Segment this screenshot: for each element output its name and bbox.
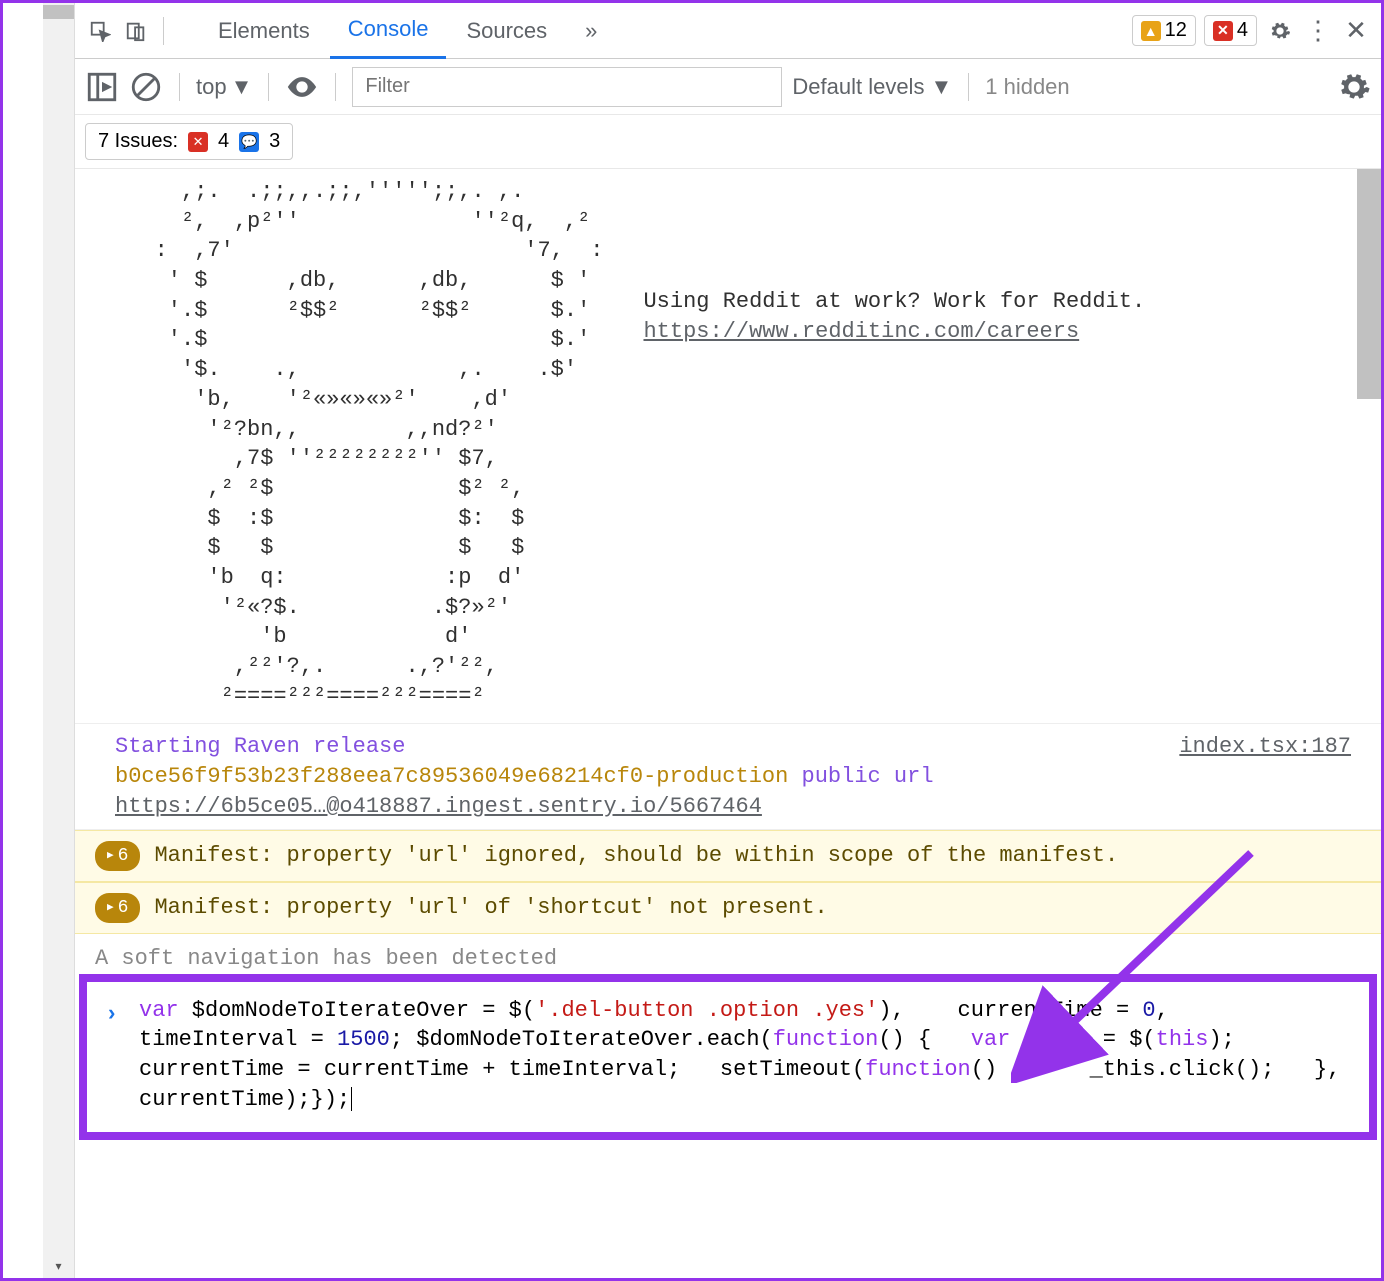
code-text: $domNodeToIterateOver = $( [179,998,535,1023]
devtools-tabs: Elements Console Sources » [200,2,615,59]
tab-elements[interactable]: Elements [200,4,328,58]
console-output: ,;. .;;,,.;;,''''';;,. ,. ², ,p²'' ''²q,… [75,169,1381,1278]
filter-input[interactable] [352,67,782,107]
issues-err-count: 4 [218,130,229,153]
devtools-toolbar: Elements Console Sources » ▲ 12 ✕ 4 ⋮ ✕ [75,3,1381,59]
code-kw: var [971,1027,1011,1052]
log-levels-selector[interactable]: Default levels ▼ [792,74,952,100]
warning-text: Manifest: property 'url' of 'shortcut' n… [154,893,827,923]
ascii-side-text: Using Reddit at work? Work for Reddit. h… [643,177,1351,711]
raven-hash: b0ce56f9f53b23f288eea7c89536049e68214cf0… [115,764,788,789]
console-input-highlight: › var $domNodeToIterateOver = $('.del-bu… [79,974,1377,1141]
chevron-down-icon: ▼ [231,74,253,100]
console-scrollbar[interactable] [1357,169,1381,399]
scroll-down-icon[interactable]: ▾ [43,1254,74,1278]
settings-icon[interactable] [1265,16,1295,46]
error-badge[interactable]: ✕ 4 [1204,15,1257,46]
code-text: () { [878,1027,970,1052]
raven-url[interactable]: https://6b5ce05…@o418887.ingest.sentry.i… [115,794,762,819]
info-icon: 💬 [239,132,259,152]
code-str: '.del-button .option .yes' [535,998,878,1023]
raven-text: Starting Raven release [115,734,405,759]
console-input[interactable]: var $domNodeToIterateOver = $('.del-butt… [139,996,1351,1115]
warning-badge[interactable]: ▲ 12 [1132,15,1196,46]
context-selector[interactable]: top ▼ [196,74,252,100]
prompt-icon: › [105,1000,118,1030]
code-kw: function [865,1057,971,1082]
issues-info-count: 3 [269,130,280,153]
page-scrollbar[interactable]: ▴ ▾ [43,3,75,1278]
chevron-down-icon: ▼ [930,74,952,100]
code-text: ; $domNodeToIterateOver.each( [390,1027,773,1052]
raven-tail: public url [802,764,934,789]
text-cursor [351,1087,352,1111]
console-log-ascii: ,;. .;;,,.;;,''''';;,. ,. ², ,p²'' ''²q,… [75,169,1381,724]
ascii-art: ,;. .;;,,.;;,''''';;,. ,. ², ,p²'' ''²q,… [115,177,603,711]
console-log-raven: index.tsx:187 Starting Raven release b0c… [75,724,1381,830]
console-toolbar: top ▼ Default levels ▼ 1 hidden [75,59,1381,115]
devtools-panel: Elements Console Sources » ▲ 12 ✕ 4 ⋮ ✕ [75,3,1381,1278]
console-warning-2: 6 Manifest: property 'url' of 'shortcut'… [75,882,1381,934]
truncated-text: A soft navigation has been detected [95,946,557,971]
source-link[interactable]: index.tsx:187 [1179,732,1351,762]
device-toggle-icon[interactable] [121,16,151,46]
inspect-element-icon[interactable] [85,16,115,46]
error-icon: ✕ [188,132,208,152]
sidebar-toggle-icon[interactable] [85,70,119,104]
live-expression-icon[interactable] [285,70,319,104]
clear-console-icon[interactable] [129,70,163,104]
warning-count: 12 [1165,19,1187,42]
console-settings-icon[interactable] [1337,70,1371,104]
recruiting-text: Using Reddit at work? Work for Reddit. [643,287,1351,317]
divider [163,17,164,45]
tab-console[interactable]: Console [330,2,447,59]
error-icon: ✕ [1213,21,1233,41]
context-label: top [196,74,227,100]
code-num: 0 [1142,998,1155,1023]
console-log-truncated: A soft navigation has been detected [75,934,1381,974]
close-icon[interactable]: ✕ [1341,16,1371,46]
warning-icon: ▲ [1141,21,1161,41]
code-text: _this = $( [1010,1027,1155,1052]
divider [179,73,180,101]
kebab-menu-icon[interactable]: ⋮ [1303,16,1333,46]
warning-text: Manifest: property 'url' ignored, should… [154,841,1118,871]
code-text: ), currentTime = [878,998,1142,1023]
divider [968,73,969,101]
hidden-count[interactable]: 1 hidden [985,74,1069,100]
levels-label: Default levels [792,74,924,100]
code-kw: this [1156,1027,1209,1052]
tab-more[interactable]: » [567,4,615,58]
divider [268,73,269,101]
issues-label: 7 Issues: [98,130,178,153]
code-kw: var [139,998,179,1023]
tab-sources[interactable]: Sources [448,4,565,58]
console-warning-1: 6 Manifest: property 'url' ignored, shou… [75,830,1381,882]
repeat-count-pill[interactable]: 6 [95,893,140,923]
recruiting-link[interactable]: https://www.redditinc.com/careers [643,319,1079,344]
divider [335,73,336,101]
repeat-count-pill[interactable]: 6 [95,841,140,871]
error-count: 4 [1237,19,1248,42]
code-kw: function [773,1027,879,1052]
issues-bar: 7 Issues: ✕ 4 💬 3 [75,115,1381,169]
scroll-thumb[interactable] [43,5,74,19]
code-num: 1500 [337,1027,390,1052]
issues-chip[interactable]: 7 Issues: ✕ 4 💬 3 [85,123,293,160]
